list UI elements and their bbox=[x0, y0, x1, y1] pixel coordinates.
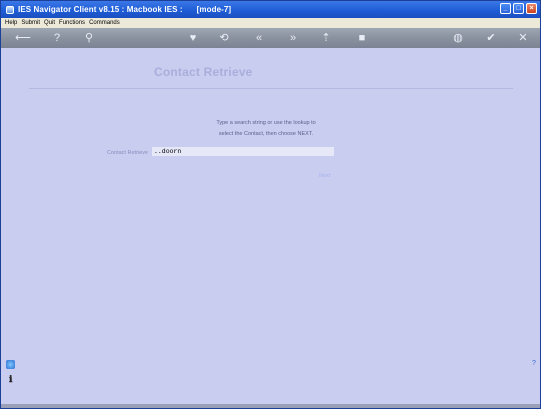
rewind-icon[interactable]: « bbox=[251, 30, 267, 46]
menu-functions[interactable]: Functions bbox=[59, 20, 85, 26]
contact-retrieve-label: Contact Retrieve bbox=[107, 150, 148, 156]
close-icon[interactable]: ✕ bbox=[515, 30, 531, 46]
instruction-line-1: Type a search string or use the lookup t… bbox=[216, 120, 316, 126]
app-icon bbox=[6, 5, 14, 14]
main-content: Contact Retrieve Type a search string or… bbox=[1, 48, 540, 404]
globe-icon[interactable]: ◍ bbox=[450, 30, 466, 46]
search-icon[interactable]: ⚲ bbox=[81, 30, 97, 46]
minimize-icon[interactable]: _ bbox=[500, 3, 511, 14]
upload-icon[interactable]: ⇡ bbox=[318, 30, 334, 46]
instructions: Type a search string or use the lookup t… bbox=[201, 118, 331, 140]
contact-retrieve-input[interactable]: ..doorn bbox=[152, 147, 334, 156]
window-controls: _ □ × bbox=[500, 3, 537, 14]
window-title: IES Navigator Client v8.15 : Macbook IES… bbox=[18, 5, 232, 14]
page-title: Contact Retrieve bbox=[154, 65, 253, 79]
instruction-line-2: select the Contact, then choose NEXT. bbox=[218, 131, 314, 137]
side-app-icon[interactable] bbox=[6, 360, 15, 369]
back-arrow-icon[interactable]: ⟵ bbox=[13, 30, 33, 46]
title-bar[interactable]: IES Navigator Client v8.15 : Macbook IES… bbox=[1, 1, 540, 18]
title-divider bbox=[29, 88, 513, 89]
menu-help[interactable]: Help bbox=[5, 20, 17, 26]
toolbar: ⟵ ? ⚲ ♥ ⟲ « » ⇡ ■ ◍ ✔ ✕ bbox=[1, 28, 540, 48]
close-window-icon[interactable]: × bbox=[526, 3, 537, 14]
app-window: IES Navigator Client v8.15 : Macbook IES… bbox=[0, 0, 541, 409]
menu-submit[interactable]: Submit bbox=[21, 20, 40, 26]
check-icon[interactable]: ✔ bbox=[483, 30, 499, 46]
menu-commands[interactable]: Commands bbox=[89, 20, 120, 26]
status-bar bbox=[1, 404, 540, 408]
fast-forward-icon[interactable]: » bbox=[285, 30, 301, 46]
side-help-icon[interactable]: ? bbox=[532, 360, 536, 367]
menu-quit[interactable]: Quit bbox=[44, 20, 55, 26]
info-icon[interactable]: ℹ bbox=[9, 374, 12, 385]
refresh-icon[interactable]: ⟲ bbox=[216, 30, 232, 46]
maximize-icon[interactable]: □ bbox=[513, 3, 524, 14]
next-link[interactable]: Next bbox=[319, 173, 330, 179]
help-icon[interactable]: ? bbox=[49, 30, 65, 46]
heart-icon[interactable]: ♥ bbox=[185, 30, 201, 46]
stop-icon[interactable]: ■ bbox=[354, 30, 370, 46]
menu-bar: Help Submit Quit Functions Commands bbox=[1, 18, 540, 28]
